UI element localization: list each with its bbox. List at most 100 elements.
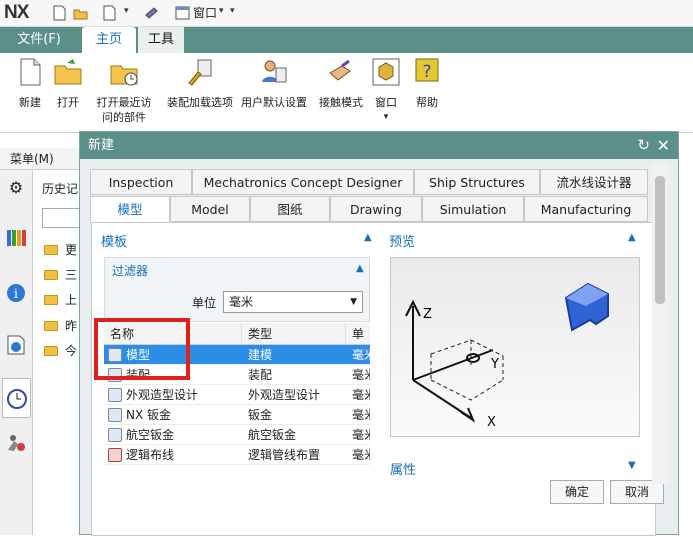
aero-sheet-metal-template-icon (108, 428, 122, 442)
window-icon[interactable] (175, 5, 190, 21)
history-title: 历史记 (42, 182, 79, 196)
menu-button[interactable]: 菜单(M) (0, 148, 80, 170)
ok-button[interactable]: 确定 (550, 480, 604, 504)
dropdown-arrow-icon: ▼ (350, 297, 357, 307)
tab-ship-structures[interactable]: Ship Structures (414, 169, 540, 195)
assembly-load-options-label: 装配加载选项 (167, 96, 233, 109)
row-name: 航空钣金 (126, 428, 175, 442)
touch-icon[interactable] (144, 5, 159, 21)
properties-section-title[interactable]: 属性 (390, 459, 416, 478)
scrollbar-thumb[interactable] (655, 176, 665, 304)
preview-section-title[interactable]: 预览 (389, 231, 415, 250)
table-row[interactable]: 外观造型设计 外观造型设计 毫米 (104, 385, 370, 405)
history-group-label[interactable]: 上 (65, 291, 77, 308)
folder-icon (44, 321, 58, 331)
dialog-title-bar[interactable]: 新建 ↻ ✕ (80, 132, 678, 159)
filter-group: 过滤器 ▲ 单位 毫米 ▼ (104, 257, 370, 322)
x-axis-label: X (487, 415, 496, 430)
row-type: 航空钣金 (248, 428, 297, 442)
tab-model-cn[interactable]: 模型 (90, 196, 170, 223)
open-recent-button[interactable]: 打开最近访 问的部件 (92, 57, 156, 125)
row-type: 装配 (248, 368, 273, 382)
svg-text:?: ? (422, 62, 431, 82)
document-icon[interactable] (102, 5, 117, 21)
row-unit: 毫米 (352, 368, 370, 382)
row-unit: 毫米 (352, 388, 370, 402)
folder-icon (44, 270, 58, 280)
tab-drawing-cn[interactable]: 图纸 (250, 196, 330, 222)
tab-tools[interactable]: 工具 (138, 27, 184, 53)
preview-image: Z Y X (390, 257, 640, 437)
row-unit: 毫米 (352, 428, 370, 442)
chevron-down-icon[interactable]: ▾ (219, 6, 224, 16)
sheet-metal-template-icon (108, 408, 122, 422)
filter-title[interactable]: 过滤器 (112, 262, 148, 279)
reset-icon[interactable]: ↻ (637, 132, 650, 159)
column-header-unit[interactable]: 单位 (346, 323, 370, 363)
tab-mechatronics[interactable]: Mechatronics Concept Designer (192, 169, 414, 195)
chevron-up-icon[interactable]: ▲ (364, 232, 372, 243)
history-navigator: 历史记 更 三 上 昨 今 (34, 170, 82, 535)
history-group-label[interactable]: 昨 (65, 317, 77, 334)
unit-select[interactable]: 毫米 ▼ (223, 291, 363, 313)
ribbon-tab-bar: 文件(F) 主页 工具 (0, 27, 693, 53)
table-row[interactable]: NX 钣金 钣金 毫米 (104, 405, 370, 425)
logical-routing-template-icon (108, 448, 122, 462)
chevron-up-icon[interactable]: ▲ (356, 263, 364, 274)
tab-line-designer[interactable]: 流水线设计器 (540, 169, 648, 195)
tab-model[interactable]: Model (170, 196, 250, 222)
assembly-load-options-button[interactable]: 装配加载选项 (164, 57, 236, 110)
help-button[interactable]: ? 帮助 (397, 57, 457, 110)
history-tab[interactable] (2, 378, 31, 418)
folder-icon (44, 245, 58, 255)
y-axis-label: Y (490, 357, 499, 372)
svg-text:i: i (14, 287, 18, 302)
open-folder-icon[interactable] (73, 5, 88, 21)
row-name: NX 钣金 (126, 408, 172, 422)
table-row[interactable]: 逻辑布线 逻辑管线布置 毫米 (104, 445, 370, 465)
row-type: 外观造型设计 (248, 388, 321, 402)
column-header-type[interactable]: 类型 (242, 323, 346, 345)
table-row[interactable]: 航空钣金 航空钣金 毫米 (104, 425, 370, 445)
history-group-label[interactable]: 更 (65, 241, 77, 258)
window-menu-label[interactable]: 窗口 (193, 4, 217, 21)
tab-manufacturing[interactable]: Manufacturing (524, 196, 648, 222)
open-recent-label-1: 打开最近访 (96, 96, 152, 109)
template-section-title[interactable]: 模板 (101, 231, 127, 250)
chevron-up-icon[interactable]: ▲ (628, 232, 636, 243)
chevron-down-icon: ▾ (383, 112, 389, 122)
user-defaults-label: 用户默认设置 (241, 96, 307, 109)
menu-label: 菜单(M) (10, 152, 54, 166)
open-button[interactable]: 打开 (38, 57, 98, 110)
new-file-icon[interactable] (52, 5, 67, 21)
user-defaults-button[interactable]: 用户默认设置 (238, 57, 310, 110)
user-settings-icon (262, 60, 287, 83)
chevron-down-icon[interactable]: ▼ (628, 460, 636, 471)
tab-file[interactable]: 文件(F) (0, 27, 78, 53)
web-browser-icon[interactable] (5, 334, 27, 356)
info-icon[interactable]: i (5, 282, 27, 304)
tab-inspection[interactable]: Inspection (90, 169, 192, 195)
roles-icon[interactable] (5, 432, 27, 454)
history-group-label[interactable]: 三 (65, 266, 77, 283)
row-name: 外观造型设计 (126, 388, 199, 402)
part-navigator-icon[interactable] (5, 226, 27, 248)
row-type: 钣金 (248, 408, 273, 422)
dialog-title: 新建 (88, 138, 115, 153)
row-unit: 毫米 (352, 448, 370, 462)
tab-drawing[interactable]: Drawing (330, 196, 422, 222)
close-icon[interactable]: ✕ (657, 132, 670, 159)
shape-studio-template-icon (108, 388, 122, 402)
assembly-load-icon (188, 59, 212, 86)
chevron-down-icon[interactable]: ▾ (124, 6, 129, 16)
clock-icon (7, 389, 27, 409)
chevron-down-icon[interactable]: ▾ (230, 6, 235, 16)
history-search-input[interactable] (42, 208, 82, 228)
help-icon: ? (415, 58, 439, 82)
open-recent-label-2: 问的部件 (102, 111, 146, 124)
tab-home[interactable]: 主页 (82, 27, 136, 53)
history-group-label[interactable]: 今 (65, 342, 77, 359)
tab-simulation[interactable]: Simulation (422, 196, 524, 222)
gear-icon[interactable]: ⚙ (5, 178, 27, 200)
row-name: 逻辑布线 (126, 448, 175, 462)
